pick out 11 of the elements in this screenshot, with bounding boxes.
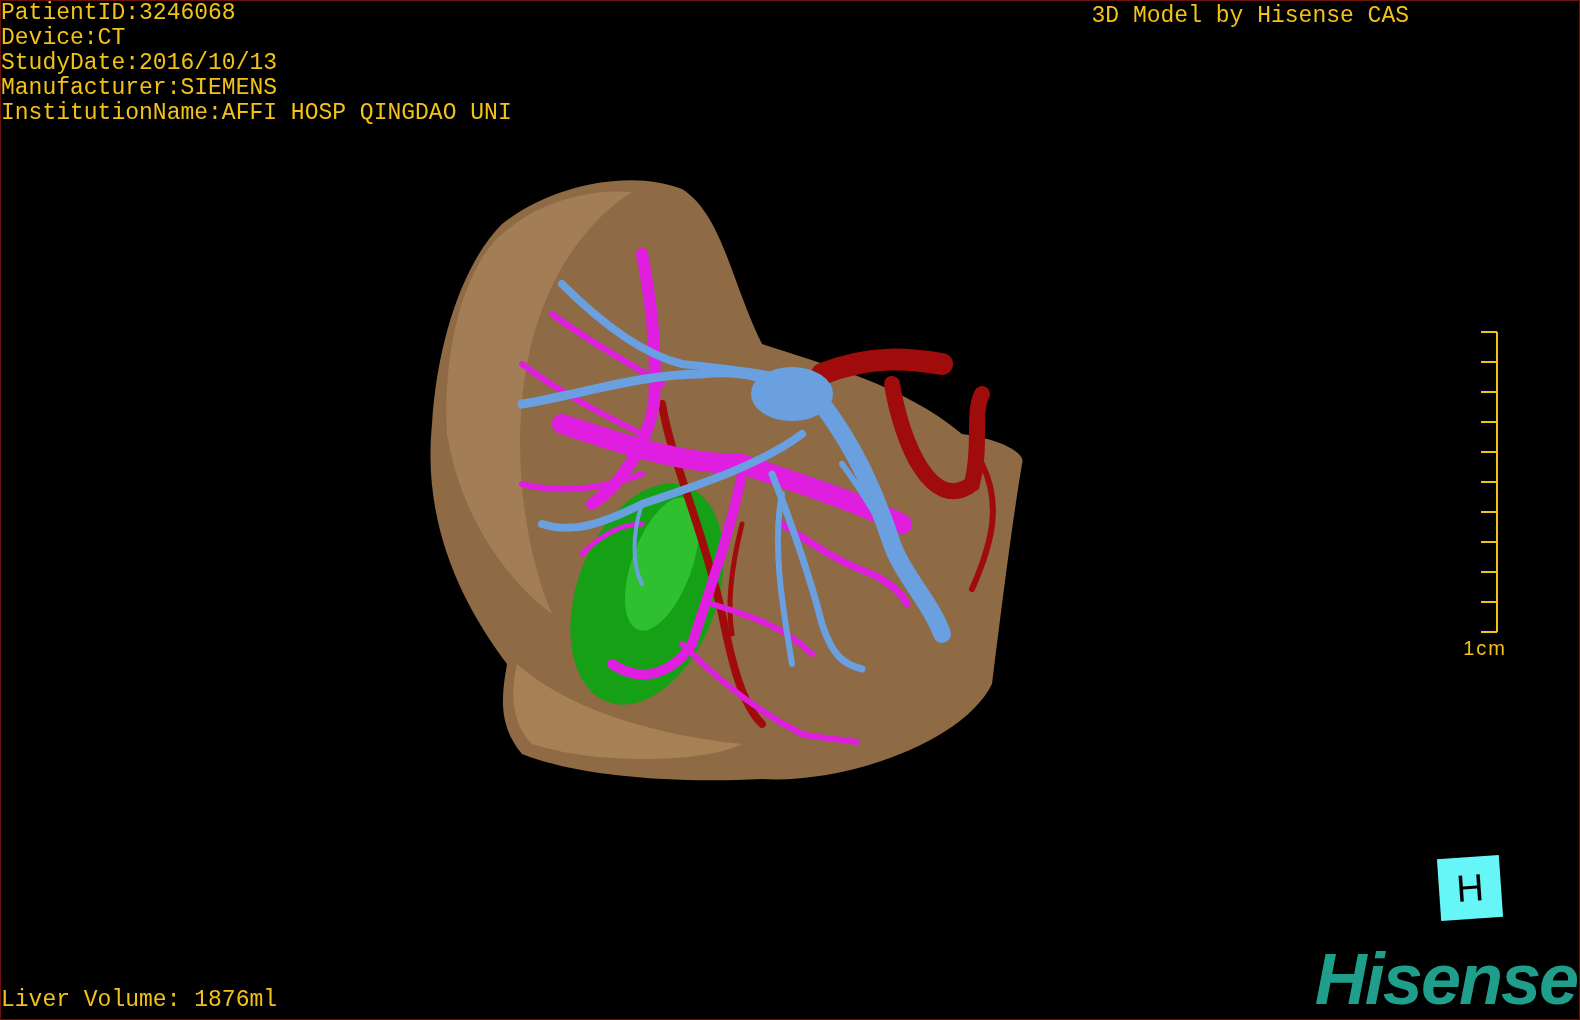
study-info-line: Manufacturer:SIEMENS	[1, 76, 279, 101]
study-info-line: InstitutionName:AFFI HOSP QINGDAO UNI	[1, 101, 512, 126]
scale-label: 1cm	[1463, 636, 1507, 661]
liver-volume-text: Liver Volume: 1876ml	[1, 988, 278, 1013]
brand-logo: Hisense	[1314, 943, 1577, 1015]
orientation-cube: H	[1436, 854, 1504, 922]
scale-bar-icon	[1481, 331, 1499, 633]
study-info-line: StudyDate:2016/10/13	[1, 51, 279, 76]
study-info-line: Device:CT	[1, 26, 127, 51]
viewer-title: 3D Model by Hisense CAS	[1091, 4, 1409, 29]
study-info-line: PatientID:3246068	[1, 1, 237, 26]
